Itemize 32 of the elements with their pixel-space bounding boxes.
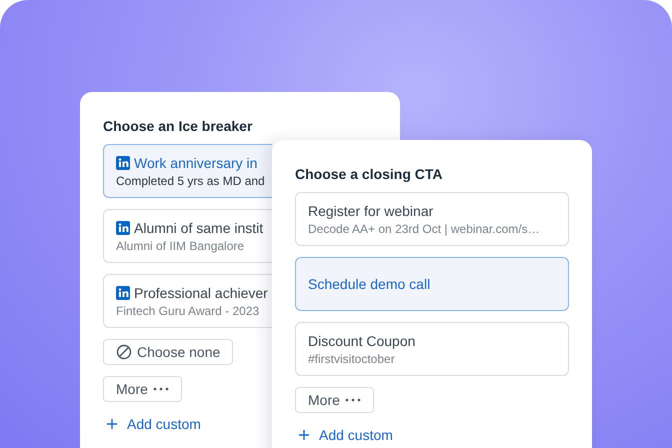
option-card[interactable]: Discount Coupon #firstvisitoctober bbox=[295, 322, 569, 376]
option-title: Work anniversary in bbox=[134, 154, 258, 170]
option-subtitle: Decode AA+ on 23rd Oct | webinar.com/s… bbox=[308, 222, 540, 236]
linkedin-icon bbox=[116, 156, 130, 170]
option-title: Alumni of same instit bbox=[134, 220, 264, 236]
option-card[interactable]: Schedule demo call bbox=[295, 257, 569, 311]
ellipsis-icon bbox=[152, 387, 169, 391]
plus-icon bbox=[299, 430, 309, 440]
more-button[interactable]: More bbox=[103, 376, 182, 402]
option-title: Schedule demo call bbox=[308, 276, 430, 292]
option-title: Discount Coupon bbox=[308, 332, 416, 348]
option-card[interactable]: Register for webinar Decode AA+ on 23rd Oct | webinar.com/s… bbox=[295, 192, 569, 246]
section-title: Choose an Ice breaker bbox=[103, 118, 252, 134]
linkedin-icon bbox=[116, 286, 130, 300]
option-card[interactable]: Professional achiever Fintech Guru Award - 2023 bbox=[103, 274, 272, 328]
more-button[interactable]: More bbox=[295, 387, 374, 413]
add-custom-link[interactable]: Add custom bbox=[103, 416, 201, 432]
plus-icon bbox=[107, 419, 117, 429]
option-card[interactable]: Work anniversary in Completed 5 yrs as MD and bbox=[103, 144, 272, 198]
option-title: Professional achiever bbox=[134, 284, 268, 300]
option-subtitle: #firstvisitoctober bbox=[308, 352, 395, 366]
option-subtitle: Fintech Guru Award - 2023 bbox=[116, 304, 260, 318]
option-card[interactable]: Alumni of same instit Alumni of IIM Bangalore bbox=[103, 209, 272, 263]
add-custom-link[interactable]: Add custom bbox=[295, 427, 393, 443]
option-subtitle: Completed 5 yrs as MD and bbox=[116, 174, 265, 188]
section-title: Choose a closing CTA bbox=[295, 166, 443, 182]
linkedin-icon bbox=[116, 220, 130, 234]
option-title: Register for webinar bbox=[308, 202, 434, 218]
option-subtitle: Alumni of IIM Bangalore bbox=[116, 238, 244, 252]
choose-none-button[interactable]: Choose none bbox=[103, 339, 234, 365]
ellipsis-icon bbox=[344, 398, 361, 402]
prohibited-icon bbox=[116, 344, 132, 360]
